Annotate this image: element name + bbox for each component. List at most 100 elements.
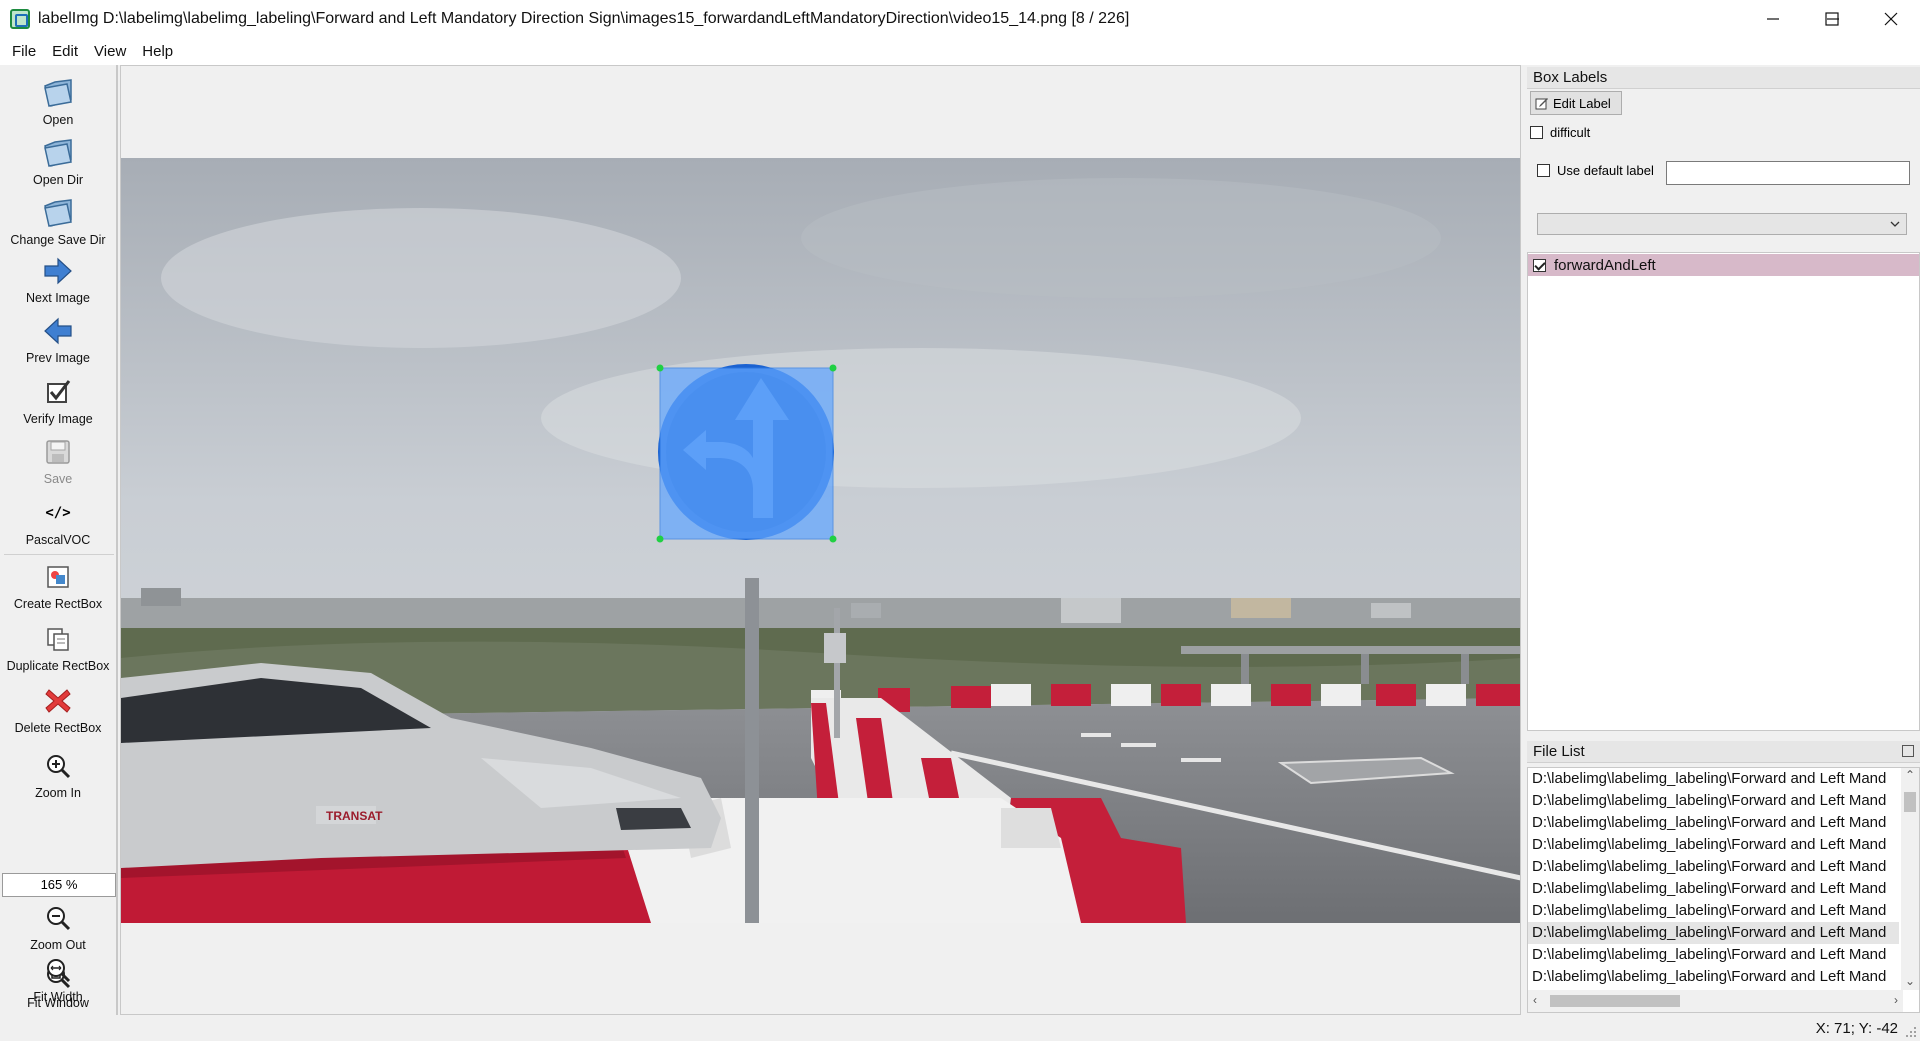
next-image-button[interactable]: Next Image [0, 253, 116, 305]
file-list-item[interactable]: D:\labelimg\labelimg_labeling\Forward an… [1528, 812, 1899, 834]
difficult-checkbox[interactable] [1530, 126, 1543, 139]
maximize-button[interactable] [1803, 0, 1861, 38]
file-list-item[interactable]: D:\labelimg\labelimg_labeling\Forward an… [1528, 966, 1899, 988]
vertical-scroll-thumb[interactable] [1904, 792, 1916, 812]
menu-help[interactable]: Help [134, 43, 181, 60]
cursor-coordinates: X: 71; Y: -42 [1815, 1020, 1898, 1037]
scroll-up-icon[interactable]: ⌃ [1905, 768, 1915, 782]
image-canvas[interactable]: TRANSAT [120, 65, 1521, 1015]
file-list-item[interactable]: D:\labelimg\labelimg_labeling\Forward an… [1528, 900, 1899, 922]
box-labels-title: Box Labels [1527, 67, 1920, 89]
open-label: Open [42, 113, 74, 127]
file-list-item[interactable]: D:\labelimg\labelimg_labeling\Forward an… [1528, 834, 1899, 856]
file-list-title-text: File List [1533, 743, 1585, 760]
difficult-label: difficult [1550, 125, 1591, 140]
label-list[interactable]: forwardAndLeft [1527, 252, 1920, 731]
prev-image-button[interactable]: Prev Image [0, 313, 116, 365]
zoom-out-icon [40, 900, 76, 936]
folder-open-icon [40, 75, 76, 111]
undock-icon[interactable] [1902, 745, 1914, 757]
file-list-item[interactable]: D:\labelimg\labelimg_labeling\Forward an… [1528, 922, 1899, 944]
use-default-label-row[interactable]: Use default label [1537, 163, 1654, 178]
scroll-down-icon[interactable]: ⌄ [1905, 974, 1915, 988]
open-dir-button[interactable]: Open Dir [0, 135, 116, 187]
format-button[interactable]: </> PascalVOC [0, 495, 116, 547]
copy-icon [40, 621, 76, 657]
arrow-right-icon [40, 253, 76, 289]
maximize-icon [1825, 12, 1839, 26]
change-save-dir-button[interactable]: Change Save Dir [0, 195, 116, 247]
status-bar: X: 71; Y: -42 [0, 1015, 1920, 1041]
file-list-item[interactable]: D:\labelimg\labelimg_labeling\Forward an… [1528, 878, 1899, 900]
save-icon [40, 434, 76, 470]
create-rect-icon [40, 559, 76, 595]
use-default-label-text: Use default label [1557, 163, 1654, 178]
road-scene-image: TRANSAT [121, 158, 1520, 923]
code-icon: </> [45, 505, 71, 521]
checkbox-check-icon [40, 374, 76, 410]
folder-icon [40, 135, 76, 171]
default-label-input[interactable] [1666, 161, 1910, 185]
use-default-label-checkbox[interactable] [1537, 164, 1550, 177]
file-list-horizontal-scrollbar[interactable]: ‹ › [1528, 990, 1903, 1012]
file-list-title: File List [1527, 741, 1920, 763]
create-rectbox-button[interactable]: Create RectBox [0, 559, 116, 611]
zoom-out-label: Zoom Out [30, 938, 86, 952]
zoom-in-button[interactable]: Zoom In [0, 748, 116, 800]
zoom-in-icon [40, 748, 76, 784]
delete-rectbox-label: Delete RectBox [14, 721, 102, 735]
verify-image-label: Verify Image [23, 412, 93, 426]
close-button[interactable] [1862, 0, 1920, 38]
edit-label-button[interactable]: Edit Label [1530, 91, 1622, 115]
fit-width-label: Fit Width [33, 990, 83, 1004]
right-dock: Box Labels Edit Label difficult Use defa… [1525, 65, 1920, 1015]
create-rectbox-label: Create RectBox [13, 597, 103, 611]
change-save-dir-label: Change Save Dir [10, 233, 106, 247]
scroll-left-icon[interactable]: ‹ [1533, 993, 1537, 1007]
chevron-down-icon [1890, 221, 1900, 227]
minimize-icon-2 [1767, 18, 1779, 20]
file-list-item[interactable]: D:\labelimg\labelimg_labeling\Forward an… [1528, 790, 1899, 812]
format-label: PascalVOC [25, 533, 91, 547]
minimize-button-2[interactable] [1744, 0, 1802, 38]
save-button[interactable]: Save [0, 434, 116, 486]
scroll-right-icon[interactable]: › [1894, 993, 1898, 1007]
delete-x-icon [40, 683, 76, 719]
label-visibility-checkbox[interactable] [1533, 258, 1546, 272]
duplicate-rectbox-button[interactable]: Duplicate RectBox [0, 621, 116, 673]
zoom-level-field[interactable]: 165 % [2, 873, 116, 897]
open-dir-label: Open Dir [32, 173, 84, 187]
menu-edit[interactable]: Edit [44, 43, 86, 60]
duplicate-rectbox-label: Duplicate RectBox [6, 659, 110, 673]
fit-width-icon [40, 952, 76, 988]
window-title: labelImg D:\labelimg\labelimg_labeling\F… [38, 10, 1130, 27]
svg-text:TRANSAT: TRANSAT [326, 809, 383, 823]
file-list-item[interactable]: D:\labelimg\labelimg_labeling\Forward an… [1528, 944, 1899, 966]
next-image-label: Next Image [26, 291, 90, 305]
file-list[interactable]: D:\labelimg\labelimg_labeling\Forward an… [1527, 767, 1920, 1013]
menu-view[interactable]: View [86, 43, 134, 60]
prev-image-label: Prev Image [26, 351, 90, 365]
verify-image-button[interactable]: Verify Image [0, 374, 116, 426]
title-bar: labelImg D:\labelimg\labelimg_labeling\F… [0, 0, 1920, 38]
menu-bar: File Edit View Help [0, 38, 1920, 65]
file-list-vertical-scrollbar[interactable]: ⌃ ⌄ [1901, 768, 1919, 990]
zoom-out-button[interactable]: Zoom Out [0, 900, 116, 952]
label-list-item[interactable]: forwardAndLeft [1528, 254, 1919, 276]
edit-label-text: Edit Label [1553, 95, 1611, 111]
folder-save-icon [40, 195, 76, 231]
difficult-checkbox-row[interactable]: difficult [1530, 125, 1590, 140]
horizontal-scroll-thumb[interactable] [1550, 995, 1680, 1007]
edit-pencil-icon [1535, 98, 1548, 110]
label-combo-box[interactable] [1537, 213, 1907, 235]
close-icon [1884, 12, 1898, 26]
open-button[interactable]: Open [0, 75, 116, 127]
file-list-item[interactable]: D:\labelimg\labelimg_labeling\Forward an… [1528, 856, 1899, 878]
scene-svg: TRANSAT [121, 158, 1520, 923]
resize-grip-icon[interactable] [1905, 1026, 1917, 1038]
menu-file[interactable]: File [4, 43, 44, 60]
app-icon [10, 9, 30, 29]
file-list-item[interactable]: D:\labelimg\labelimg_labeling\Forward an… [1528, 768, 1899, 790]
delete-rectbox-button[interactable]: Delete RectBox [0, 683, 116, 735]
fit-width-button[interactable]: Fit Width [0, 952, 116, 1004]
